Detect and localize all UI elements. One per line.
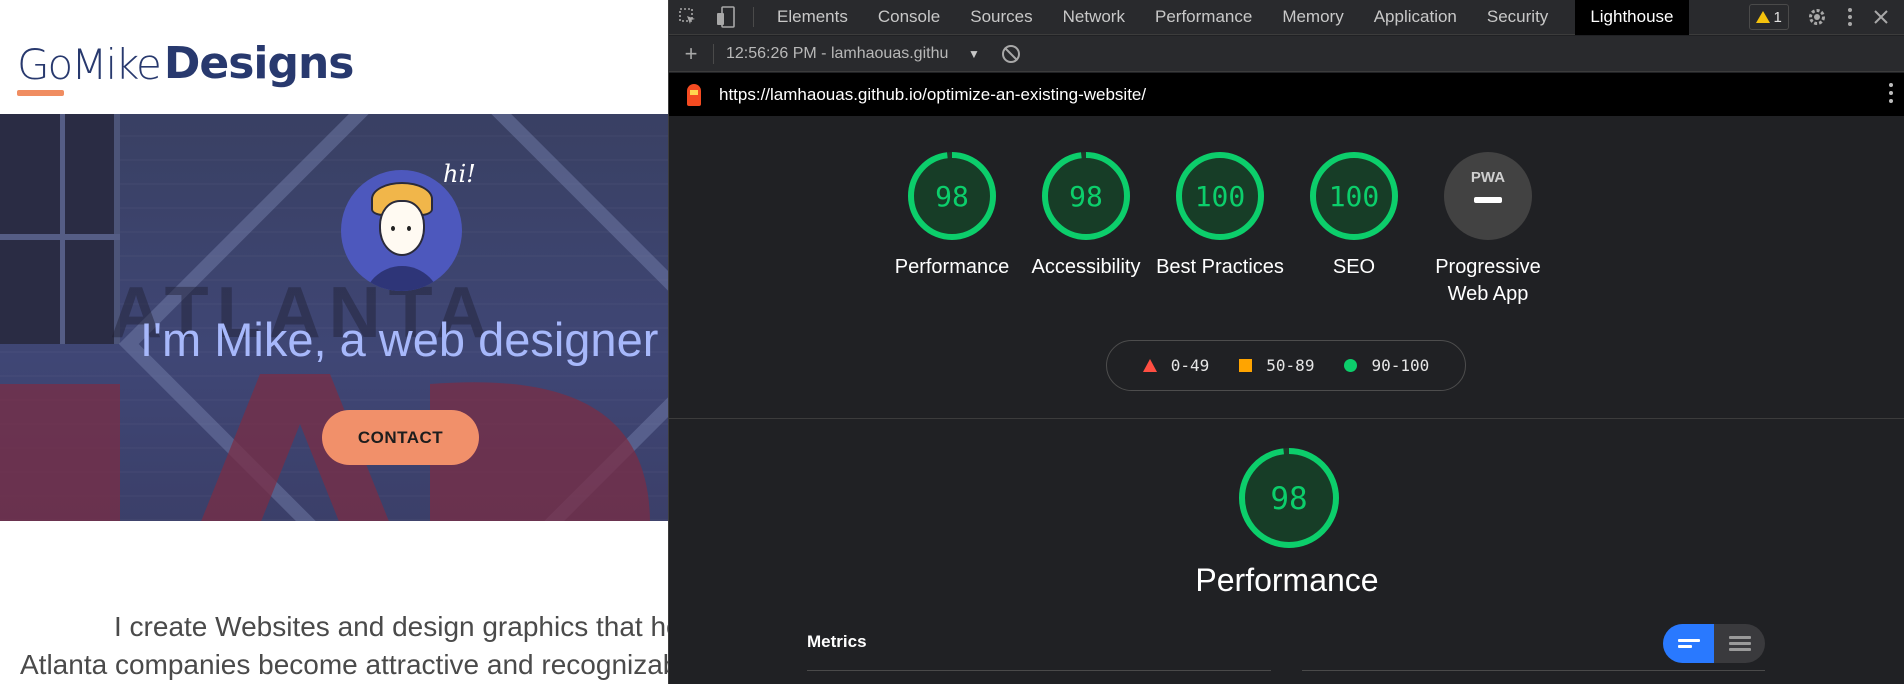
toolbar-separator <box>753 7 754 27</box>
intro-line-1: I create Websites and design graphics th… <box>114 611 668 642</box>
gauge-best-practices[interactable]: 100 Best Practices <box>1153 150 1287 281</box>
devtools-panel: Elements Console Sources Network Perform… <box>668 0 1904 684</box>
tab-application[interactable]: Application <box>1359 0 1472 35</box>
gauge-pwa[interactable]: PWA Progressive Web App <box>1421 150 1555 308</box>
tab-memory[interactable]: Memory <box>1267 0 1358 35</box>
legend-fail: 0-49 <box>1142 356 1210 375</box>
gauge-ring: 98 <box>1042 152 1130 240</box>
more-options-icon[interactable] <box>1847 7 1853 27</box>
devtools-actions <box>1807 7 1889 27</box>
expanded-view-button[interactable] <box>1714 624 1765 663</box>
tab-lighthouse[interactable]: Lighthouse <box>1575 0 1689 35</box>
tab-network[interactable]: Network <box>1048 0 1140 35</box>
avatar-shirt <box>363 266 441 291</box>
legend-fail-label: 0-49 <box>1170 356 1210 375</box>
compact-view-button[interactable] <box>1663 624 1714 663</box>
contact-button[interactable]: CONTACT <box>322 410 479 465</box>
metrics-rule-left <box>807 670 1271 671</box>
avatar-face <box>379 200 425 256</box>
triangle-icon <box>1142 359 1157 372</box>
gauge-score: 98 <box>935 180 969 213</box>
pwa-badge-icon: PWA <box>1444 152 1532 240</box>
report-selector[interactable]: 12:56:26 PM - lamhaouas.githu <box>726 45 964 63</box>
gauge-score: 100 <box>1195 180 1246 213</box>
gauge-ring: 100 <box>1176 152 1264 240</box>
intro-text: I create Websites and design graphics th… <box>20 608 668 684</box>
lighthouse-logo-icon <box>669 83 719 106</box>
gear-icon[interactable] <box>1807 7 1827 27</box>
gauge-label: Progressive Web App <box>1435 256 1541 305</box>
gauge-ring: 98 <box>1239 448 1339 548</box>
avatar-eye-right <box>407 226 411 231</box>
pwa-badge-text: PWA <box>1471 169 1505 186</box>
report-url[interactable]: https://lamhaouas.github.io/optimize-an-… <box>719 85 1146 105</box>
warnings-badge[interactable]: 1 <box>1748 4 1789 30</box>
lighthouse-toolbar: + 12:56:26 PM - lamhaouas.githu ▼ <box>669 36 1904 72</box>
legend-average-label: 50-89 <box>1266 356 1315 375</box>
legend-pass-label: 90-100 <box>1371 356 1430 375</box>
gauge-label: SEO <box>1332 256 1376 278</box>
site-logo[interactable]: GoMike Designs <box>17 26 355 96</box>
gauge-label: Accessibility <box>1031 256 1141 278</box>
hero-window-decoration <box>0 114 120 344</box>
warning-count: 1 <box>1773 8 1782 26</box>
report-url-bar: https://lamhaouas.github.io/optimize-an-… <box>669 73 1904 116</box>
logo-text-light: GoMike <box>17 40 162 96</box>
avatar <box>341 170 462 291</box>
performance-section-title: Performance <box>1195 562 1379 598</box>
gauge-accessibility[interactable]: 98 Accessibility <box>1019 150 1153 281</box>
tab-security[interactable]: Security <box>1472 0 1563 35</box>
tab-elements[interactable]: Elements <box>762 0 863 35</box>
category-gauges: 98 Performance 98 Accessibility 100 Best… <box>669 150 1904 320</box>
tab-performance[interactable]: Performance <box>1140 0 1267 35</box>
intro-line-2: Atlanta companies become attractive and … <box>20 649 668 680</box>
legend-average: 50-89 <box>1239 356 1314 375</box>
section-divider <box>669 418 1904 419</box>
legend-pass: 90-100 <box>1344 356 1429 375</box>
close-icon[interactable] <box>1873 9 1889 25</box>
inspect-element-icon[interactable] <box>669 0 707 35</box>
gauge-score: 98 <box>1069 180 1103 213</box>
device-toolbar-icon[interactable] <box>707 0 745 35</box>
gauge-label: Best Practices <box>1156 256 1284 278</box>
score-scale-legend: 0-49 50-89 90-100 <box>1106 340 1466 391</box>
logo-text-bold: Designs <box>163 38 355 89</box>
devtools-tab-bar: Elements Console Sources Network Perform… <box>669 0 1904 35</box>
gauge-score: 98 <box>1270 481 1307 517</box>
circle-icon <box>1344 359 1358 372</box>
metrics-heading: Metrics <box>807 632 867 651</box>
website-viewport: GoMike Designs ATLANTA hi! I'm Mike, a w… <box>0 0 668 684</box>
report-menu-icon[interactable] <box>1889 83 1893 103</box>
clear-reports-icon[interactable] <box>1001 44 1020 63</box>
avatar-eye-left <box>391 226 395 231</box>
gauge-score: 100 <box>1329 180 1380 213</box>
tab-console[interactable]: Console <box>863 0 955 35</box>
metrics-rule-right <box>1302 670 1765 671</box>
toolbar-separator <box>713 43 714 64</box>
gauge-seo[interactable]: 100 SEO <box>1287 150 1421 281</box>
chevron-down-icon[interactable]: ▼ <box>968 47 980 61</box>
tab-sources[interactable]: Sources <box>955 0 1047 35</box>
warning-icon <box>1755 11 1770 23</box>
new-report-icon[interactable]: + <box>669 41 713 67</box>
gauge-ring: 100 <box>1310 152 1398 240</box>
gauge-performance[interactable]: 98 Performance <box>885 150 1019 281</box>
square-icon <box>1239 359 1253 372</box>
hi-text: hi! <box>443 160 476 188</box>
gauge-label: Performance <box>894 256 1010 278</box>
metrics-view-toggle <box>1663 624 1765 663</box>
gauge-ring: 98 <box>908 152 996 240</box>
screen: GoMike Designs ATLANTA hi! I'm Mike, a w… <box>0 0 1904 684</box>
performance-section-gauge: 98 <box>1237 446 1341 555</box>
hero-title: I'm Mike, a web designer <box>140 313 659 366</box>
